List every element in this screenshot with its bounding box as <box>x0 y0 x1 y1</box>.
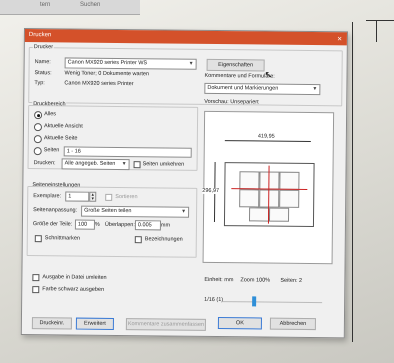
preview-title: Vorschau: Unsepariert <box>204 98 259 106</box>
background-app-toolbar: tern Suchen <box>0 0 140 15</box>
preview-tile <box>239 189 260 208</box>
background-search-label: Suchen <box>80 2 101 8</box>
scaling-value: Große Seiten teilen <box>84 207 132 215</box>
range-current-page-radio[interactable] <box>33 135 42 144</box>
cancel-button[interactable]: Abbrechen <box>269 317 316 331</box>
printer-type-label: Typ: <box>34 80 45 87</box>
range-current-page-label: Aktuelle Seite <box>43 135 78 142</box>
print-setup-button[interactable]: Druckeinr. <box>31 317 72 330</box>
range-current-view-radio[interactable] <box>33 123 43 132</box>
preview-sheet <box>223 162 315 228</box>
printer-type-value: Canon MX920 series Printer <box>64 80 134 88</box>
overlap-unit: mm <box>160 222 171 229</box>
width-dimension-label: 419,95 <box>256 133 276 140</box>
unit-label: Einheit: mm <box>204 276 234 284</box>
printer-status-label: Status: <box>34 70 52 77</box>
range-all-radio[interactable] <box>34 111 43 120</box>
mouse-cursor-icon: ↖ <box>264 69 273 80</box>
close-icon[interactable]: × <box>337 32 342 45</box>
copies-stepper[interactable]: ▲ ▼ <box>89 191 97 202</box>
reverse-pages-label: Seiten umkehren <box>142 161 185 168</box>
comments-select[interactable]: Dokument und Markierungen ▼ <box>204 82 321 96</box>
chevron-down-icon: ▼ <box>121 161 127 168</box>
color-as-black-label: Farbe schwarz ausgeben <box>42 286 105 293</box>
preview-panel: 419,95 296,97 <box>202 110 335 265</box>
copies-label: Exemplare: <box>33 193 62 200</box>
chevron-down-icon: ▼ <box>188 60 194 67</box>
properties-button[interactable]: Eigenschaften <box>206 58 265 72</box>
zoom-label: Zoom 100% <box>240 277 271 284</box>
page-slider-track[interactable] <box>222 301 323 304</box>
scaling-select[interactable]: Große Seiten teilen ▼ <box>81 205 190 218</box>
print-to-file-label: Ausgabe in Datei umleiten <box>42 274 107 281</box>
preview-tile <box>279 189 300 208</box>
overlap-input[interactable]: 0.005 <box>134 220 161 231</box>
width-dimension-line <box>224 140 311 143</box>
printer-name-select[interactable]: Canon MX920 series Printer WS ▼ <box>64 57 197 70</box>
advanced-button[interactable]: Erweitert <box>75 317 114 330</box>
overlap-label: Überlappen: <box>104 221 135 229</box>
print-dialog: Drucken × Drucker Name: Canon MX920 seri… <box>20 28 348 339</box>
cut-marks-label: Schnittmarken <box>44 235 80 242</box>
summarize-comments-button[interactable]: Kommentare zusammenfassen <box>125 318 206 331</box>
tile-scale-label: Größe der Teile: <box>32 221 73 228</box>
background-tab-label: tern <box>40 2 51 8</box>
preview-tile <box>248 207 270 222</box>
collate-checkbox[interactable] <box>105 193 113 201</box>
preview-tile <box>239 171 260 190</box>
print-subset-label: Drucken: <box>33 160 56 167</box>
dialog-titlebar: Drucken × <box>24 29 347 46</box>
range-pages-label: Seiten <box>43 147 60 154</box>
copies-input[interactable]: 1 <box>65 191 90 202</box>
print-subset-value: Alle angegeb. Seiten <box>64 160 116 167</box>
tile-scale-input[interactable]: 100 <box>74 219 95 230</box>
comments-value: Dokument und Markierungen <box>207 84 279 92</box>
range-pages-radio[interactable] <box>33 147 42 156</box>
color-as-black-checkbox[interactable] <box>32 286 40 294</box>
printer-group <box>28 47 343 107</box>
page-slider-thumb[interactable] <box>252 296 257 307</box>
pages-count-label: Seiten: 2 <box>280 277 303 284</box>
scaling-label: Seitenanpassung: <box>33 207 78 214</box>
background-document-edge <box>352 22 353 342</box>
chevron-down-icon: ▼ <box>312 86 318 93</box>
background-document-line <box>366 20 394 21</box>
dialog-title: Drucken <box>28 32 52 39</box>
cut-marks-checkbox[interactable] <box>34 235 42 243</box>
page-counter: 1/16 (1) <box>204 296 224 304</box>
range-current-view-label: Aktuelle Ansicht <box>43 123 83 130</box>
print-subset-select[interactable]: Alle angegeb. Seiten ▼ <box>61 158 130 171</box>
printer-name-label: Name: <box>34 59 51 66</box>
preview-tile <box>279 171 300 190</box>
height-dimension-label: 296,97 <box>202 187 220 195</box>
collate-label: Sortieren <box>115 193 138 201</box>
labels-checkbox[interactable] <box>134 236 142 244</box>
printer-group-title: Drucker <box>32 44 55 51</box>
printer-status-value: Wenig Toner; 0 Dokumente warten <box>64 70 150 78</box>
printer-name-value: Canon MX920 series Printer WS <box>67 59 148 67</box>
pages-input[interactable]: 1 - 16 <box>63 146 192 158</box>
ok-button[interactable]: OK <box>217 317 262 330</box>
print-to-file-checkbox[interactable] <box>32 274 40 282</box>
background-document-line <box>376 20 377 42</box>
labels-label: Bezeichnungen <box>144 236 183 243</box>
chevron-down-icon: ▼ <box>181 208 187 215</box>
preview-tile <box>268 207 290 222</box>
reverse-pages-checkbox[interactable] <box>133 161 141 169</box>
range-all-label: Alles <box>44 111 57 118</box>
tile-scale-unit: % <box>94 221 100 228</box>
